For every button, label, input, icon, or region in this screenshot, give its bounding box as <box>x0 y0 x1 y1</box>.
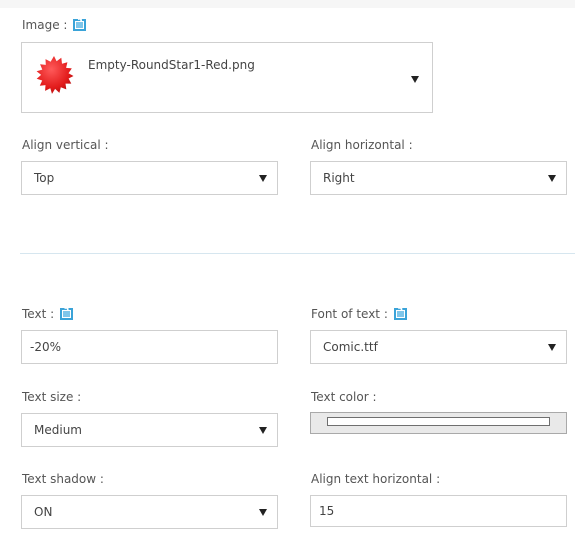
help-icon[interactable]: ? <box>393 307 407 320</box>
text-input[interactable]: -20% <box>21 330 278 364</box>
star-image-icon <box>36 56 74 94</box>
chevron-down-icon <box>411 75 419 83</box>
align-horizontal-select[interactable]: Right <box>310 161 567 195</box>
align-text-horizontal-label: Align text horizontal : <box>311 472 441 486</box>
align-vertical-label: Align vertical : <box>22 138 109 152</box>
text-size-label: Text size : <box>22 390 82 404</box>
text-shadow-value: ON <box>34 505 53 519</box>
help-icon[interactable]: ? <box>60 307 74 320</box>
font-of-text-label-text: Font of text : <box>311 307 388 321</box>
align-vertical-select[interactable]: Top <box>21 161 278 195</box>
image-filename: Empty-RoundStar1-Red.png <box>88 58 255 72</box>
image-label-text: Image : <box>22 18 68 32</box>
align-vertical-value: Top <box>34 171 55 185</box>
text-input-value: -20% <box>30 340 62 354</box>
chevron-down-icon <box>259 509 267 516</box>
text-size-value: Medium <box>34 423 82 437</box>
font-of-text-select[interactable]: Comic.ttf <box>310 330 567 364</box>
color-swatch <box>327 417 550 426</box>
section-divider <box>20 253 575 254</box>
text-size-select[interactable]: Medium <box>21 413 278 447</box>
align-text-horizontal-value: 15 <box>319 504 335 518</box>
align-horizontal-label: Align horizontal : <box>311 138 413 152</box>
text-color-picker[interactable] <box>310 412 567 434</box>
font-of-text-value: Comic.ttf <box>323 340 378 354</box>
text-label: Text :? <box>22 307 74 321</box>
chevron-down-icon <box>259 175 267 182</box>
help-icon[interactable]: ? <box>73 18 87 31</box>
align-horizontal-value: Right <box>323 171 355 185</box>
image-select[interactable]: Empty-RoundStar1-Red.png <box>21 42 433 113</box>
font-of-text-label: Font of text :? <box>311 307 407 321</box>
text-shadow-select[interactable]: ON <box>21 495 278 529</box>
chevron-down-icon <box>548 344 556 351</box>
chevron-down-icon <box>548 175 556 182</box>
chevron-down-icon <box>259 427 267 434</box>
image-label: Image :? <box>22 18 87 32</box>
text-shadow-label: Text shadow : <box>22 472 104 486</box>
align-text-horizontal-input[interactable]: 15 <box>310 495 567 527</box>
text-color-label: Text color : <box>311 390 377 404</box>
text-label-text: Text : <box>22 307 55 321</box>
